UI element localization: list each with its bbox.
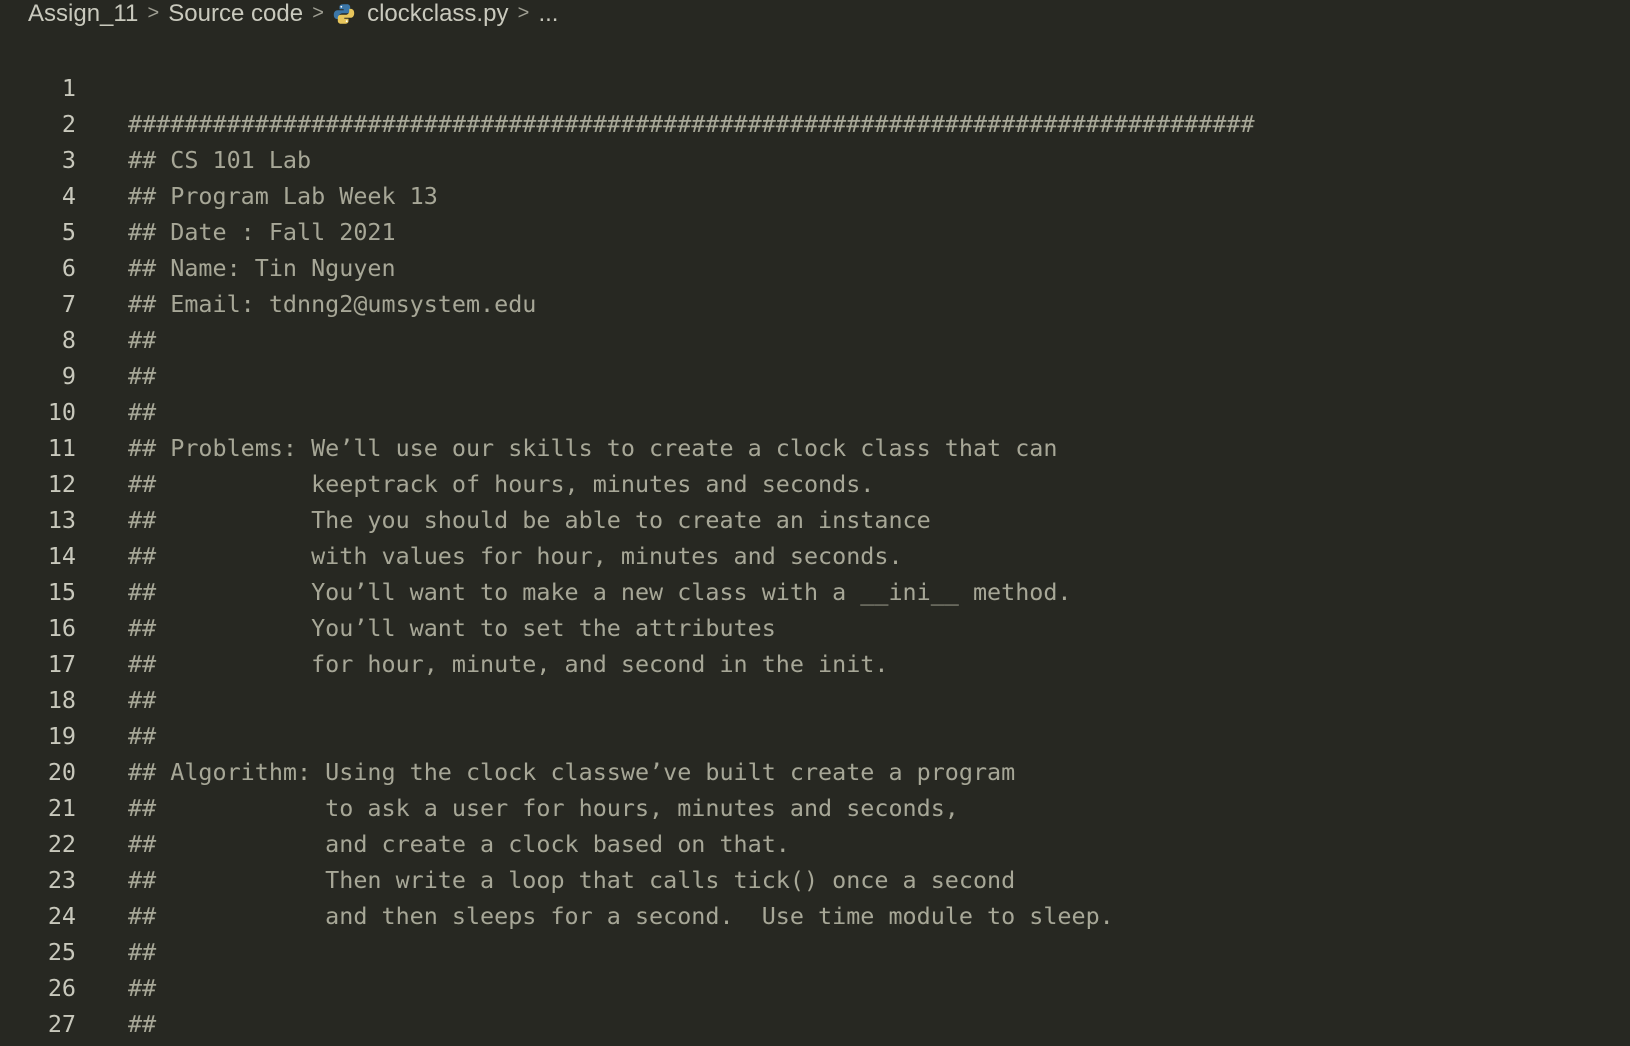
code-line-16[interactable]: 16 ## for hour, minute, and second in th… [0,574,1630,678]
breadcrumb-separator: > [312,2,324,24]
breadcrumb-more-symbols[interactable]: ... [538,0,558,28]
breadcrumb-folder-assign-11[interactable]: Assign_11 [28,0,138,28]
code-line-28[interactable]: 28 [0,1006,1630,1042]
code-line-25[interactable]: 25 ## [0,898,1630,1002]
python-file-icon [333,3,355,25]
code-line-4[interactable]: 4 ## Date : Fall 2021 [0,142,1630,246]
code-line-24[interactable]: 24 ## [0,862,1630,966]
code-line-21[interactable]: 21 ## and create a clock based on that. [0,754,1630,858]
breadcrumb-separator: > [517,2,530,24]
code-line-9[interactable]: 9 ## [0,322,1630,426]
breadcrumb-separator: > [147,2,160,24]
code-line-14[interactable]: 14 ## You’ll want to make a new class wi… [0,502,1630,606]
line-number: 28 [0,1042,76,1046]
breadcrumb-file-clockclass-py[interactable]: clockclass.py [367,0,508,28]
code-line-2[interactable]: 2 ## CS 101 Lab [0,70,1630,174]
code-line-22[interactable]: 22 ## Then write a loop that calls tick(… [0,790,1630,894]
code-line-8[interactable]: 8 ## [0,286,1630,390]
code-line-13[interactable]: 13 ## with values for hour, minutes and … [0,466,1630,570]
code-line-5[interactable]: 5 ## Name: Tin Nguyen [0,178,1630,282]
code-line-10[interactable]: 10 ## Problems: We’ll use our skills to … [0,358,1630,462]
code-line-19[interactable]: 19 ## Algorithm: Using the clock classwe… [0,682,1630,786]
breadcrumb-folder-source-code[interactable]: Source code [168,0,303,28]
code-line-12[interactable]: 12 ## The you should be able to create a… [0,430,1630,534]
code-line-11[interactable]: 11 ## keeptrack of hours, minutes and se… [0,394,1630,498]
code-line-26[interactable]: 26 ## [0,934,1630,1038]
code-line-15[interactable]: 15 ## You’ll want to set the attributes [0,538,1630,642]
code-line-18[interactable]: 18 ## [0,646,1630,750]
code-line-23[interactable]: 23 ## and then sleeps for a second. Use … [0,826,1630,930]
code-line-6[interactable]: 6 ## Email: tdnng2@umsystem.edu [0,214,1630,318]
code-line-7[interactable]: 7 ## [0,250,1630,354]
breadcrumb: Assign_11 > Source code > clockclass.py … [28,0,558,28]
code-line-3[interactable]: 3 ## Program Lab Week 13 [0,106,1630,210]
code-line-1[interactable]: 1 ######################################… [0,34,1630,138]
code-line-20[interactable]: 20 ## to ask a user for hours, minutes a… [0,718,1630,822]
code-editor[interactable]: 1 ######################################… [0,34,1630,1046]
code-text[interactable]: ########################################… [128,1042,1241,1046]
code-line-27[interactable]: 27 #####################################… [0,970,1630,1038]
code-line-17[interactable]: 17 ## [0,610,1630,714]
